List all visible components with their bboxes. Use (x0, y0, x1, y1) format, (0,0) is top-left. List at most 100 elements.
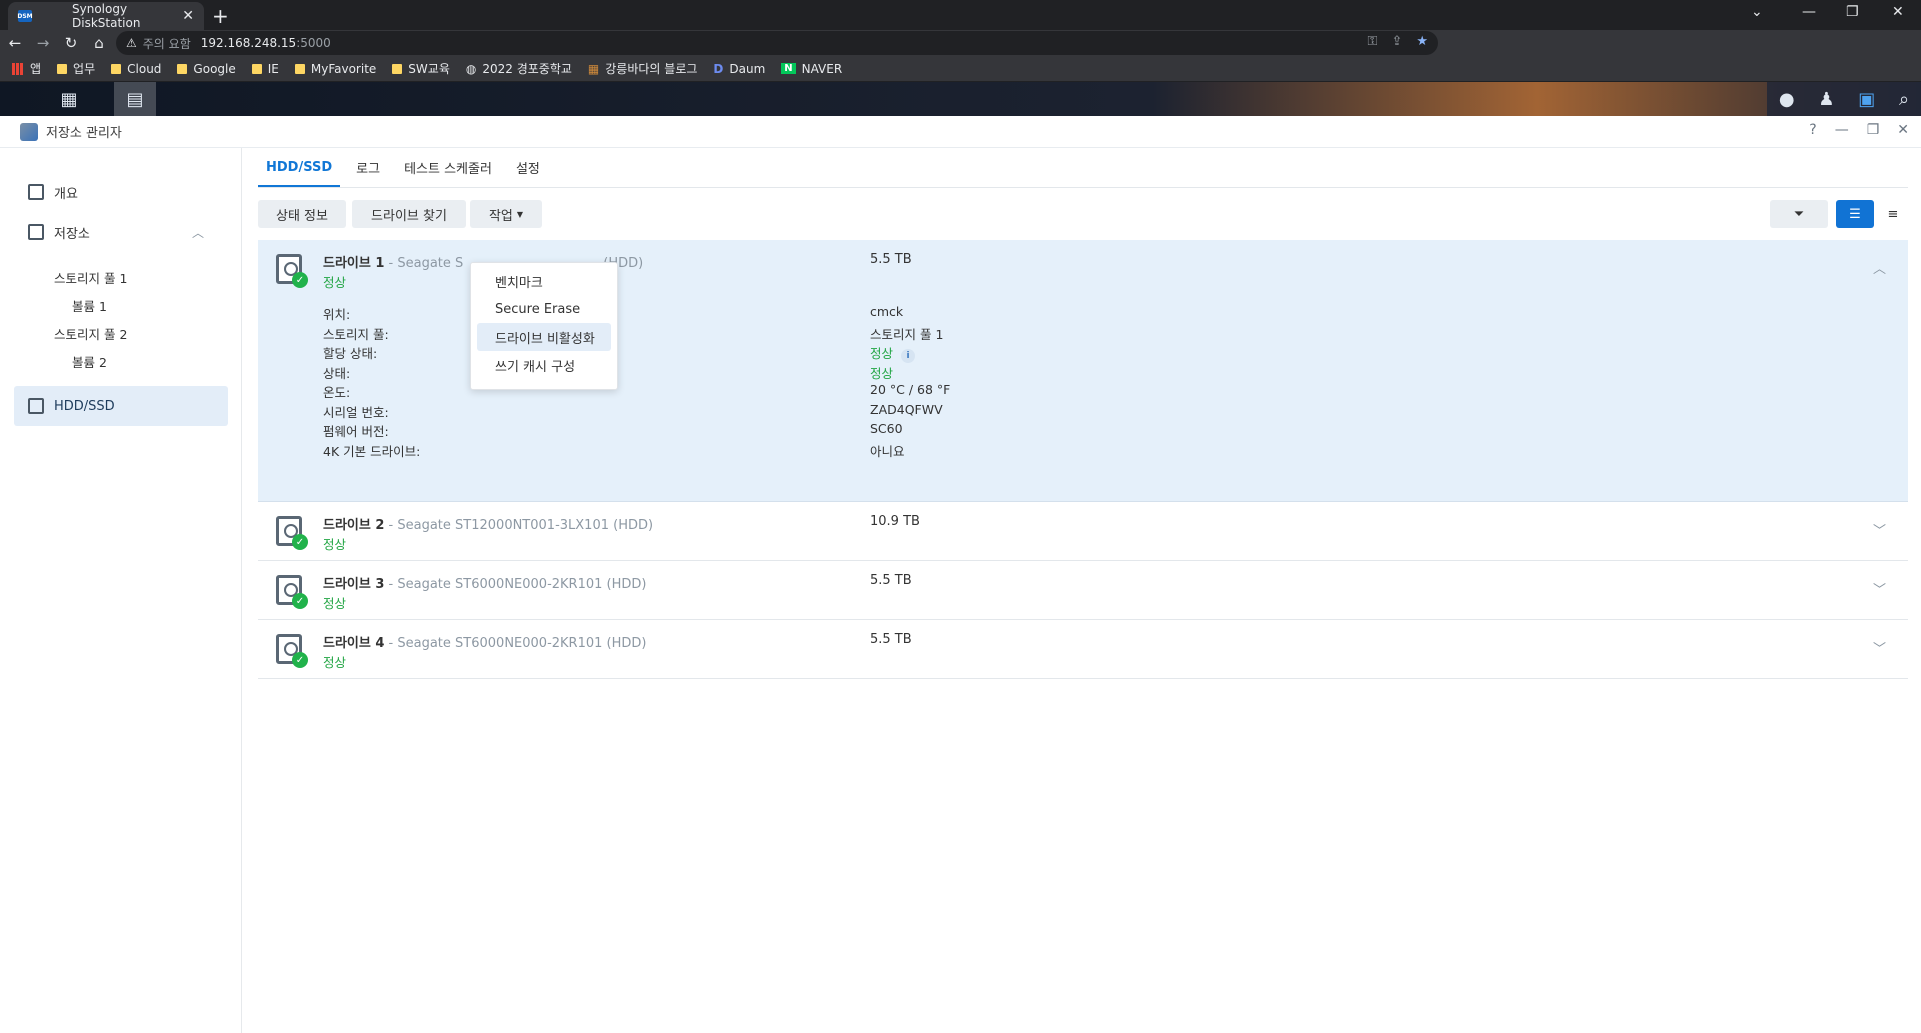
sidebar: 개요 저장소 ︿ 스토리지 풀 1 볼륨 1 스토리지 풀 2 볼륨 2 HDD… (0, 148, 242, 1033)
filter-button[interactable]: ⏷ (1770, 200, 1828, 228)
minimize-browser-icon[interactable]: — (1802, 4, 1816, 20)
bookmark-folder[interactable]: SW교육 (392, 60, 450, 77)
detail-value: 정상 (870, 366, 894, 381)
menu-item-deactivate-drive[interactable]: 드라이브 비활성화 (477, 323, 611, 351)
bookmark-label: 업무 (73, 62, 96, 76)
url-input[interactable]: ⚠ 주의 요함 192.168.248.15 :5000 ⚿ ⇪ ★ (116, 31, 1438, 55)
bookmark-label: NAVER (801, 61, 843, 76)
find-drive-button[interactable]: 드라이브 찾기 (352, 200, 466, 228)
bookmark-folder[interactable]: Google (177, 62, 236, 76)
chevron-down-icon[interactable]: ﹀ (1873, 520, 1886, 539)
bookmark-label: SW교육 (408, 62, 450, 76)
warning-icon: ⚠ (126, 36, 137, 50)
bookmark-apps[interactable]: 앱 (12, 60, 41, 77)
forward-icon[interactable]: → (30, 34, 56, 52)
tab-test-scheduler[interactable]: 테스트 스케줄러 (396, 158, 500, 187)
detail-label: 할당 상태: (323, 346, 378, 361)
sidebar-item-storage[interactable]: 저장소 ︿ (14, 212, 228, 252)
help-icon[interactable]: ? (1809, 122, 1816, 138)
chevron-up-icon[interactable]: ︿ (1873, 258, 1886, 277)
tab-settings[interactable]: 설정 (508, 158, 548, 187)
status-info-button[interactable]: 상태 정보 (258, 200, 346, 228)
drive-size: 5.5 TB (870, 252, 912, 267)
drive-size: 5.5 TB (870, 573, 912, 588)
search-icon[interactable]: ⌕ (1899, 89, 1909, 110)
drive-row[interactable]: ✓ 드라이브 4 - Seagate ST6000NE000-2KR101 (H… (258, 620, 1908, 679)
tab-close-icon[interactable]: ✕ (182, 8, 194, 24)
tab-search-icon[interactable]: ⌄ (1751, 4, 1763, 20)
info-icon[interactable]: i (901, 349, 916, 363)
chevron-down-icon[interactable]: ﹀ (1873, 579, 1886, 598)
menu-item-secure-erase[interactable]: Secure Erase (477, 295, 611, 323)
sidebar-item-pool2[interactable]: 스토리지 풀 2 (54, 324, 127, 343)
restore-browser-icon[interactable]: ❐ (1846, 4, 1859, 20)
back-icon[interactable]: ← (2, 34, 28, 52)
ok-check-icon: ✓ (292, 272, 308, 288)
drive-row[interactable]: ✓ 드라이브 3 - Seagate ST6000NE000-2KR101 (H… (258, 561, 1908, 620)
storage-manager-taskbar-icon[interactable]: ▤ (114, 82, 156, 116)
detail-value: 스토리지 풀 1 (870, 327, 944, 342)
bookmark-link[interactable]: N NAVER (781, 62, 842, 76)
ok-check-icon: ✓ (292, 652, 308, 668)
bookmark-folder[interactable]: IE (251, 62, 279, 76)
bookmark-link[interactable]: D Daum (713, 62, 765, 76)
taskbar-tray: ● ♟ ▣ ⌕ (1767, 82, 1921, 116)
notification-icon[interactable]: ● (1779, 89, 1795, 110)
minimize-icon[interactable]: — (1835, 122, 1849, 138)
bookmark-star-icon[interactable]: ★ (1416, 34, 1428, 49)
bookmark-label: 앱 (30, 62, 42, 76)
storage-manager-window: 저장소 관리자 ? — ❐ ✕ 개요 저장소 ︿ 스토리지 풀 1 볼륨 1 스… (0, 116, 1921, 1033)
new-tab-icon[interactable]: + (212, 4, 229, 28)
share-icon[interactable]: ⇪ (1391, 34, 1402, 49)
user-icon[interactable]: ♟ (1818, 89, 1834, 110)
chevron-up-icon[interactable]: ︿ (192, 224, 204, 241)
menu-item-benchmark[interactable]: 벤치마크 (477, 267, 611, 295)
tab-log[interactable]: 로그 (348, 158, 388, 187)
main-menu-icon[interactable]: ▦ (48, 82, 90, 116)
bookmarks-bar: 앱 업무 Cloud Google IE MyFavorite SW교육 ◍ 20… (0, 56, 1921, 82)
drive-title: 드라이브 2 (323, 518, 385, 533)
sidebar-item-overview[interactable]: 개요 (14, 172, 228, 212)
browser-tabbar: DSM Synology DiskStation ✕ + ⌄ — ❐ ✕ (0, 0, 1921, 30)
bookmark-link[interactable]: ◍ 2022 경포중학교 (466, 60, 572, 77)
folder-icon (111, 63, 122, 74)
folder-icon (177, 63, 188, 74)
bookmark-label: MyFavorite (310, 61, 377, 76)
detail-view-button[interactable]: ☰ (1836, 200, 1874, 228)
list-view-button[interactable]: ≡ (1878, 200, 1908, 228)
home-icon[interactable]: ⌂ (86, 34, 112, 52)
bookmark-label: Cloud (127, 61, 162, 76)
bookmark-link[interactable]: ▦ 강릉바다의 블로그 (588, 60, 697, 77)
drive-row[interactable]: ✓ 드라이브 2 - Seagate ST12000NT001-3LX101 (… (258, 502, 1908, 561)
widgets-icon[interactable]: ▣ (1858, 89, 1875, 110)
sidebar-item-pool1[interactable]: 스토리지 풀 1 (54, 268, 127, 287)
bookmark-folder[interactable]: 업무 (57, 60, 95, 77)
sidebar-item-label: 저장소 (54, 226, 90, 242)
bookmark-label: 2022 경포중학교 (482, 62, 572, 76)
close-icon[interactable]: ✕ (1897, 122, 1909, 138)
tab-hdd-ssd[interactable]: HDD/SSD (258, 160, 341, 187)
browser-tab[interactable]: DSM Synology DiskStation ✕ (8, 2, 204, 30)
drive-size: 10.9 TB (870, 514, 920, 529)
bookmark-folder[interactable]: MyFavorite (294, 61, 377, 76)
sidebar-item-volume2[interactable]: 볼륨 2 (72, 352, 107, 371)
key-icon[interactable]: ⚿ (1368, 34, 1378, 49)
sidebar-item-volume1[interactable]: 볼륨 1 (72, 296, 107, 315)
folder-icon (392, 63, 403, 74)
drive-model: - Seagate ST6000NE000-2KR101 (HDD) (384, 577, 647, 592)
menu-item-write-cache[interactable]: 쓰기 캐시 구성 (477, 351, 611, 379)
window-titlebar: 저장소 관리자 ? — ❐ ✕ (0, 116, 1921, 148)
maximize-icon[interactable]: ❐ (1867, 122, 1880, 138)
caret-down-icon: ▼ (516, 209, 524, 219)
drive-name: 드라이브 4 - Seagate ST6000NE000-2KR101 (HDD… (323, 632, 646, 651)
bookmark-folder[interactable]: Cloud (111, 62, 161, 76)
drive-model: - Seagate ST6000NE000-2KR101 (HDD) (384, 636, 647, 651)
drive-status: 정상 (323, 655, 347, 670)
sidebar-item-hdd-ssd[interactable]: HDD/SSD (14, 386, 228, 426)
detail-label: 4K 기본 드라이브: (323, 444, 421, 459)
chevron-down-icon[interactable]: ﹀ (1873, 638, 1886, 657)
detail-label: 시리얼 번호: (323, 405, 389, 420)
reload-icon[interactable]: ↻ (58, 34, 84, 52)
action-button[interactable]: 작업 ▼ (470, 200, 542, 228)
close-browser-icon[interactable]: ✕ (1892, 4, 1904, 20)
